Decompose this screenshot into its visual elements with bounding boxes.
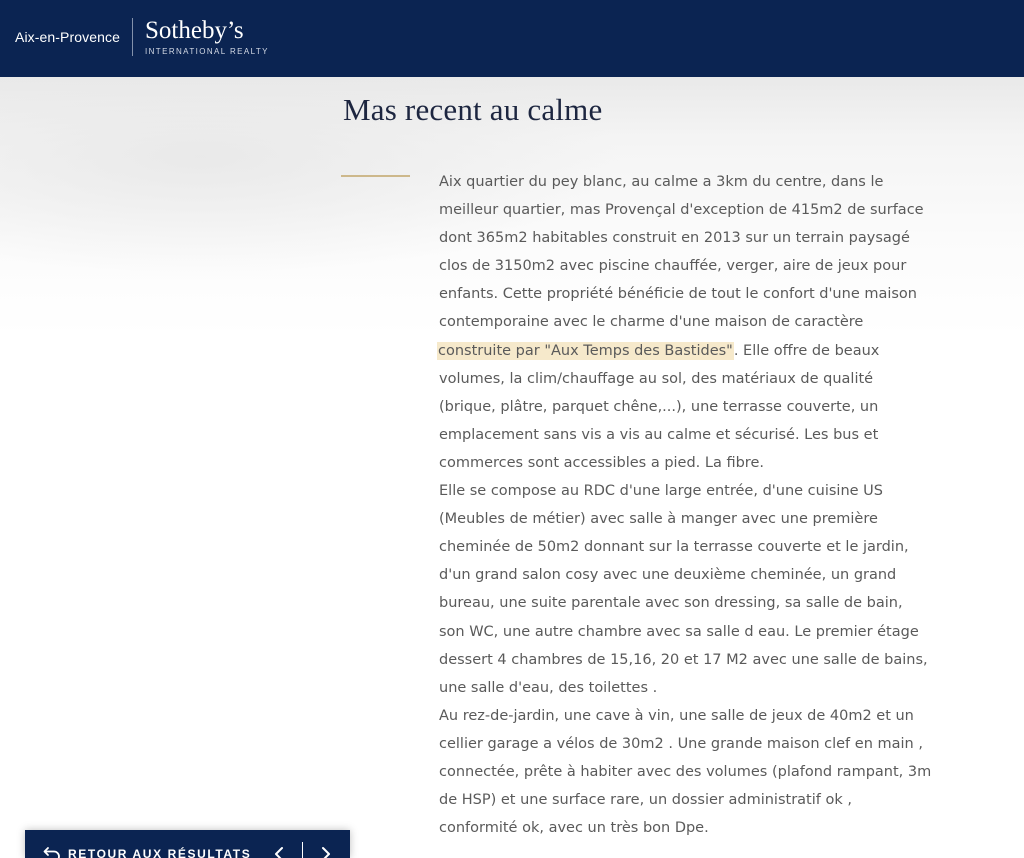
description-line: dessert 4 chambres de 15,16, 20 et 17 M2… (439, 651, 928, 668)
next-listing-button[interactable] (315, 846, 335, 858)
logo-subtitle: INTERNATIONAL REALTY (145, 47, 269, 56)
highlighted-text: construite par "Aux Temps des Bastides" (437, 341, 734, 360)
description-line: conformité ok, avec un très bon Dpe. (439, 820, 709, 837)
results-nav-bar: RETOUR AUX RÉSULTATS (25, 830, 350, 858)
description-line: cellier garage a vélos de 30m2 . Une gra… (439, 735, 923, 752)
description-line: une salle d'eau, des toilettes . (439, 679, 658, 696)
description-line: cheminée de 50m2 donnant sur la terrasse… (439, 539, 909, 556)
highlight-continuation: . Elle offre de beaux (733, 342, 880, 359)
description-line: meilleur quartier, mas Provençal d'excep… (439, 202, 924, 219)
description-line: Au rez-de-jardin, une cave à vin, une sa… (439, 707, 914, 724)
gold-divider (341, 175, 410, 177)
description-line: bureau, une suite parentale avec son dre… (439, 595, 903, 612)
nav-divider (302, 842, 303, 858)
description-line: enfants. Cette propriété bénéficie de to… (439, 286, 917, 303)
back-to-results-label: RETOUR AUX RÉSULTATS (68, 847, 252, 858)
listing-title: Mas recent au calme (343, 92, 603, 127)
listing-description: Aix quartier du pey blanc, au calme a 3k… (437, 168, 939, 842)
site-header: Aix-en-Provence Sotheby’s INTERNATIONAL … (0, 0, 1024, 77)
description-line: Aix quartier du pey blanc, au calme a 3k… (439, 174, 884, 190)
previous-listing-button[interactable] (270, 846, 290, 858)
description-line: contemporaine avec le charme d'une maiso… (439, 314, 864, 331)
description-line: clos de 3150m2 avec piscine chauffée, ve… (439, 258, 907, 275)
chevron-left-icon (275, 847, 283, 858)
description-line: commerces sont accessibles a pied. La fi… (439, 454, 764, 471)
description-line: connectée, prête à habiter avec des volu… (439, 763, 932, 780)
brand-divider (132, 18, 133, 56)
chevron-right-icon (322, 847, 330, 858)
logo-wordmark: Sotheby’s (145, 17, 244, 44)
description-line: de HSP) et une surface rare, un dossier … (439, 792, 852, 809)
description-line-highlighted: construite par "Aux Temps des Bastides".… (437, 337, 939, 365)
description-line: volumes, la clim/chauffage au sol, des m… (439, 370, 874, 387)
description-line: Elle se compose au RDC d'une large entré… (439, 483, 883, 500)
description-line: dont 365m2 habitables construit en 2013 … (439, 230, 910, 247)
description-line: (Meubles de métier) avec salle à manger … (439, 511, 878, 528)
office-city: Aix-en-Provence (15, 29, 120, 45)
description-line: son WC, une autre chambre avec sa salle … (439, 623, 919, 640)
description-line: d'un grand salon cosy avec une deuxième … (439, 567, 897, 584)
description-line: emplacement sans vis a vis au calme et s… (439, 426, 879, 443)
sothebys-logo: Sotheby’s INTERNATIONAL REALTY (145, 17, 269, 57)
description-line: (brique, plâtre, parquet chêne,...), une… (439, 398, 879, 415)
back-to-results-button[interactable]: RETOUR AUX RÉSULTATS (43, 846, 251, 858)
return-arrow-icon (43, 847, 60, 858)
brand-logo-link[interactable]: Aix-en-Provence Sotheby’s INTERNATIONAL … (15, 17, 269, 57)
